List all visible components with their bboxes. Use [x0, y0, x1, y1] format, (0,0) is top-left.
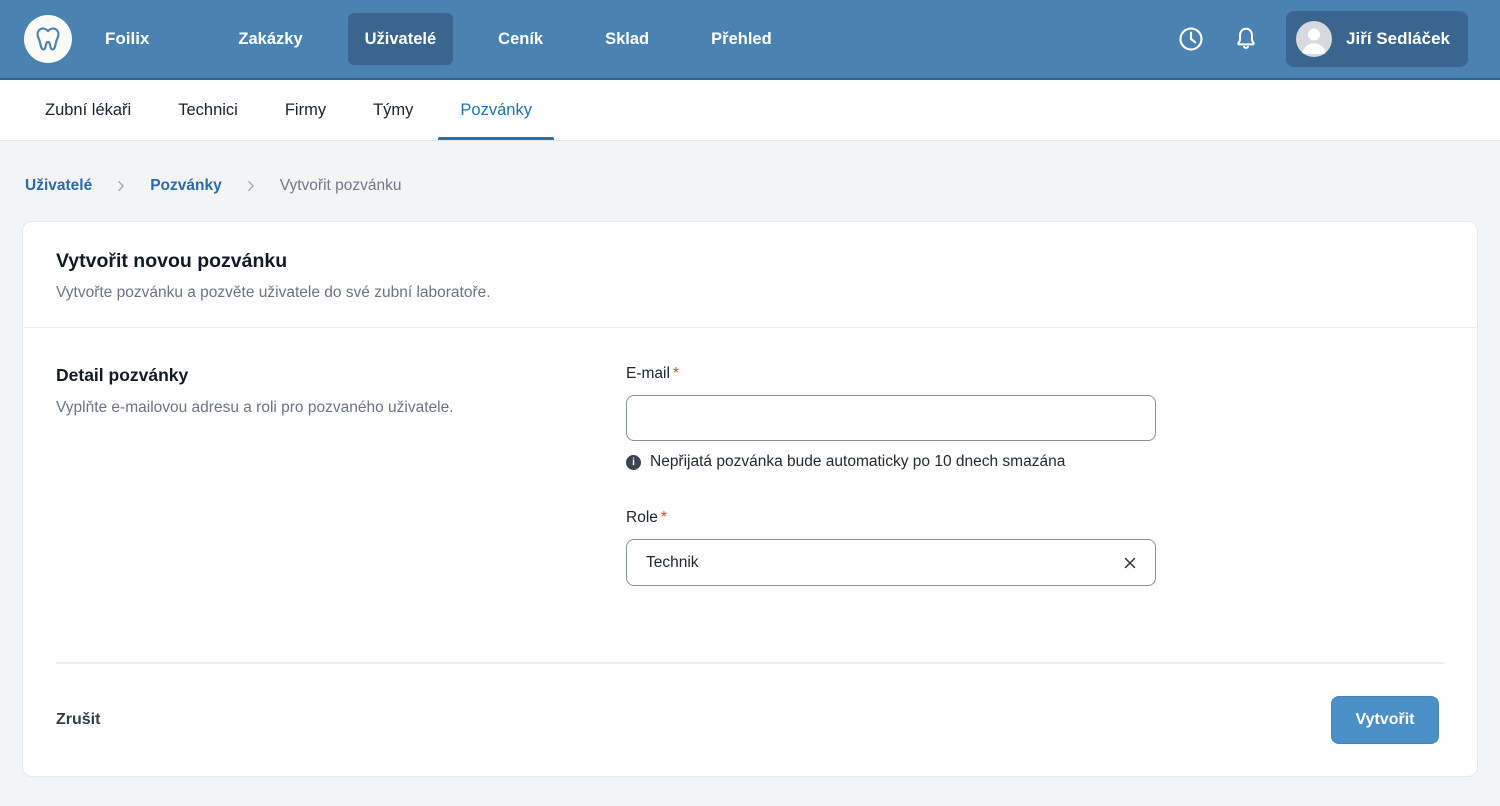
notifications-bell-icon[interactable]	[1232, 25, 1260, 53]
form-section-info: Detail pozvánky Vyplňte e-mailovou adres…	[56, 365, 626, 662]
user-menu[interactable]: Jiří Sedláček	[1286, 11, 1468, 67]
tab-pozvanky[interactable]: Pozvánky	[460, 80, 532, 140]
email-input[interactable]	[626, 395, 1156, 441]
clear-icon[interactable]	[1120, 553, 1140, 573]
nav-item-prehled[interactable]: Přehled	[694, 13, 789, 65]
tab-zubni-lekari[interactable]: Zubní lékaři	[45, 80, 131, 140]
page-title: Vytvořit novou pozvánku	[56, 250, 1444, 273]
section-tabs: Zubní lékaři Technici Firmy Týmy Pozvánk…	[0, 80, 1500, 141]
form-fields: E-mail* i Nepřijatá pozvánka bude automa…	[626, 365, 1156, 662]
breadcrumb-current: Vytvořit pozvánku	[280, 177, 402, 195]
role-label: Role*	[626, 509, 1156, 527]
page-subtitle: Vytvořte pozvánku a pozvěte uživatele do…	[56, 284, 1444, 302]
email-helper-text: Nepřijatá pozvánka bude automaticky po 1…	[650, 453, 1065, 471]
card-header: Vytvořit novou pozvánku Vytvořte pozvánk…	[23, 222, 1477, 328]
nav-item-cenik[interactable]: Ceník	[481, 13, 560, 65]
chevron-right-icon	[244, 179, 258, 193]
required-asterisk: *	[673, 365, 679, 382]
cancel-button[interactable]: Zrušit	[56, 711, 100, 729]
tab-firmy[interactable]: Firmy	[285, 80, 326, 140]
breadcrumb-uzivatele[interactable]: Uživatelé	[25, 177, 92, 195]
email-field-group: E-mail* i Nepřijatá pozvánka bude automa…	[626, 365, 1156, 471]
main-nav: Zakázky Uživatelé Ceník Sklad Přehled	[221, 13, 788, 65]
breadcrumb: Uživatelé Pozvánky Vytvořit pozvánku	[0, 141, 1500, 195]
top-navigation-bar: Foilix Zakázky Uživatelé Ceník Sklad Pře…	[0, 0, 1500, 80]
nav-item-uzivatele[interactable]: Uživatelé	[348, 13, 454, 65]
section-title: Detail pozvánky	[56, 365, 626, 386]
tab-technici[interactable]: Technici	[178, 80, 238, 140]
section-description: Vyplňte e-mailovou adresu a roli pro poz…	[56, 399, 626, 417]
nav-item-sklad[interactable]: Sklad	[588, 13, 666, 65]
chevron-right-icon	[114, 179, 128, 193]
card-footer: Zrušit Vytvořit	[23, 664, 1477, 776]
required-asterisk: *	[661, 509, 667, 526]
submit-button[interactable]: Vytvořit	[1331, 696, 1439, 744]
topbar-actions: Jiří Sedláček	[1176, 11, 1468, 67]
user-name: Jiří Sedláček	[1346, 29, 1450, 49]
breadcrumb-pozvanky[interactable]: Pozvánky	[150, 177, 222, 195]
role-select[interactable]	[626, 539, 1156, 586]
brand-name[interactable]: Foilix	[105, 29, 149, 49]
tab-tymy[interactable]: Týmy	[373, 80, 413, 140]
tooth-icon	[33, 24, 63, 54]
nav-item-zakazky[interactable]: Zakázky	[221, 13, 319, 65]
card-body: Detail pozvánky Vyplňte e-mailovou adres…	[23, 328, 1477, 662]
avatar	[1296, 21, 1332, 57]
role-field-group: Role*	[626, 509, 1156, 586]
email-helper: i Nepřijatá pozvánka bude automaticky po…	[626, 453, 1156, 471]
email-label: E-mail*	[626, 365, 1156, 383]
info-icon: i	[626, 455, 641, 470]
role-input[interactable]	[626, 539, 1156, 586]
history-clock-icon[interactable]	[1176, 24, 1206, 54]
invitation-card: Vytvořit novou pozvánku Vytvořte pozvánk…	[22, 221, 1478, 777]
app-logo[interactable]	[24, 15, 72, 63]
